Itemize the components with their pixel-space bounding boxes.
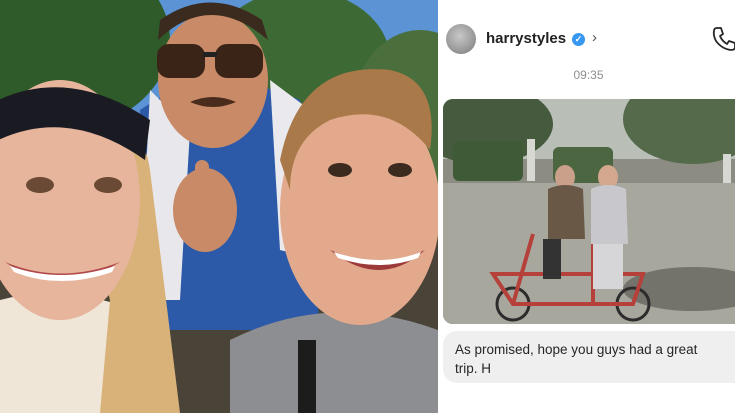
chevron-right-icon[interactable]: › — [592, 29, 597, 46]
message-timestamp: 09:35 — [573, 68, 604, 82]
phone-icon[interactable] — [712, 26, 735, 52]
profile-avatar[interactable] — [446, 24, 476, 54]
selfie-illustration — [0, 0, 438, 413]
shared-photo-message[interactable] — [443, 99, 735, 324]
verified-badge-icon: ✓ — [572, 33, 585, 46]
message-bubble: As promised, hope you guys had a great t… — [443, 331, 735, 383]
shared-photo-illustration — [443, 99, 735, 324]
direct-message-panel: harrystyles ✓ › 09:35 As promised, hope … — [442, 0, 735, 413]
chat-header: harrystyles ✓ › — [442, 0, 735, 62]
username-link[interactable]: harrystyles — [486, 30, 566, 47]
selfie-photo — [0, 0, 438, 413]
